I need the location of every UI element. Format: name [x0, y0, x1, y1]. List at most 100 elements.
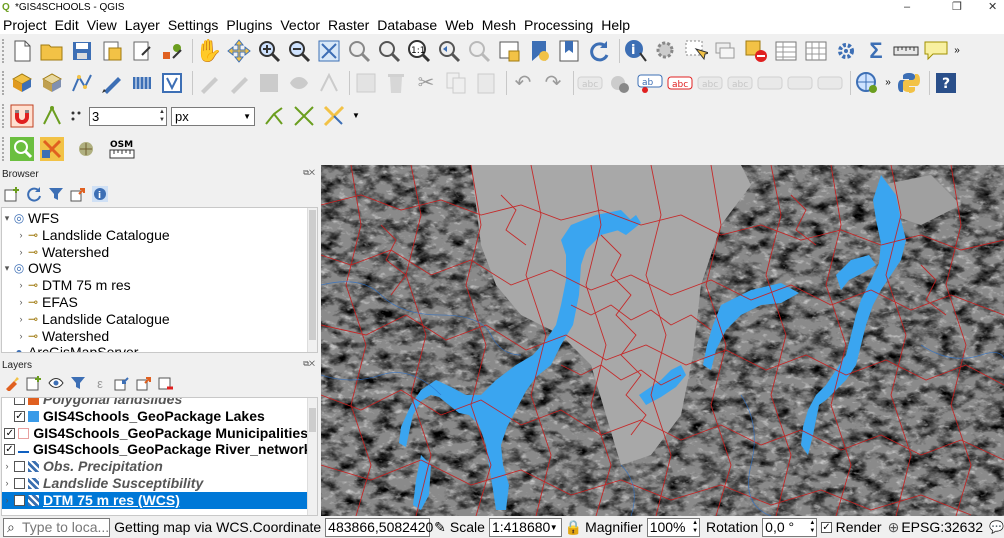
browser-item[interactable]: › ⊸ DTM 75 m res — [2, 277, 131, 294]
zoom-to-selection-icon[interactable] — [346, 38, 372, 64]
browser-scrollbar[interactable] — [307, 208, 317, 352]
manage-visibility-icon[interactable] — [46, 373, 66, 393]
expander-arrow-icon[interactable]: › — [2, 475, 12, 492]
expander-arrow-icon[interactable]: › — [16, 277, 26, 294]
toggle-editing-icon[interactable] — [226, 70, 252, 96]
map-canvas[interactable] — [321, 165, 1004, 516]
qms-services-icon[interactable] — [73, 136, 99, 162]
select-by-value-icon[interactable] — [713, 38, 739, 64]
layer-visibility-checkbox[interactable]: ✓ — [14, 410, 25, 422]
zoom-native-resolution-icon[interactable]: 1:1 — [406, 38, 432, 64]
layer-visibility-checkbox[interactable] — [14, 398, 25, 405]
layer-visibility-checkbox[interactable] — [14, 461, 25, 473]
layout-manager-icon[interactable] — [129, 38, 155, 64]
scrollbar-thumb[interactable] — [309, 408, 316, 432]
toolbar-overflow-icon[interactable]: » — [953, 38, 961, 64]
browser-filter-icon[interactable] — [46, 184, 66, 204]
statistical-summary-icon[interactable]: Σ — [863, 38, 889, 64]
menu-vector[interactable]: Vector — [277, 17, 323, 33]
browser-item[interactable]: ▾ ◎ OWS — [2, 260, 62, 277]
open-attribute-table-icon[interactable] — [773, 38, 799, 64]
layer-visibility-checkbox[interactable]: ✓ — [4, 444, 15, 456]
layer-item[interactable]: Polygonal landslides — [2, 398, 308, 408]
toolbar-grip[interactable] — [2, 137, 6, 161]
quickmapservices-search-icon[interactable] — [9, 136, 35, 162]
crs-label[interactable]: EPSG:32632 — [901, 519, 983, 535]
zoom-full-icon[interactable] — [316, 38, 342, 64]
topological-editing-icon[interactable] — [261, 103, 287, 129]
layer-item[interactable]: ✓ GIS4Schools_GeoPackage Lakes — [2, 408, 308, 425]
maximize-button[interactable]: ❐ — [952, 0, 962, 15]
close-window-button[interactable]: ✕ — [988, 0, 997, 15]
minimize-button[interactable]: – — [904, 0, 910, 15]
expander-arrow-icon[interactable]: › — [2, 492, 12, 509]
add-group-icon[interactable] — [24, 373, 44, 393]
new-bookmark-icon[interactable] — [526, 38, 552, 64]
rotation-field[interactable]: 0,0 ° ▲ ▼ — [762, 517, 818, 537]
cut-features-icon[interactable]: ✂ — [413, 70, 439, 96]
layer-item[interactable]: ✓ GIS4Schools_GeoPackage Municipalities — [2, 425, 308, 442]
render-checkbox[interactable]: ✓ — [821, 521, 832, 533]
toolbox-icon[interactable] — [833, 38, 859, 64]
help-contents-icon[interactable]: ? — [933, 70, 959, 96]
magnet-snapping-icon[interactable] — [9, 103, 35, 129]
vertex-tool-icon[interactable] — [316, 70, 342, 96]
menu-raster[interactable]: Raster — [325, 17, 372, 33]
remove-layer-icon[interactable] — [156, 373, 176, 393]
zoom-to-layer-icon[interactable] — [376, 38, 402, 64]
filter-by-expression-icon[interactable]: ε — [90, 373, 110, 393]
layer-visibility-checkbox[interactable]: ✓ — [14, 494, 25, 506]
locator-search-input[interactable]: ⌕ Type to loca... — [3, 517, 111, 537]
new-vector-layer-icon[interactable] — [69, 70, 95, 96]
redo-icon[interactable]: ↷ — [540, 70, 566, 96]
snapping-unit-select[interactable]: px ▼ — [171, 106, 255, 126]
menu-plugins[interactable]: Plugins — [223, 17, 275, 33]
coordinate-field[interactable]: 483866,5082420 — [325, 517, 433, 537]
snapping-intersection-icon[interactable] — [291, 103, 317, 129]
current-edits-icon[interactable] — [196, 70, 222, 96]
menu-database[interactable]: Database — [374, 17, 440, 33]
rotate-label-icon[interactable] — [757, 70, 783, 96]
label-tool-icon[interactable]: abc — [577, 70, 603, 96]
layer-visibility-checkbox[interactable]: ✓ — [4, 427, 16, 439]
browser-item[interactable]: › ⊸ Watershed — [2, 244, 110, 261]
expander-arrow-icon[interactable]: ▾ — [2, 260, 12, 277]
copy-features-icon[interactable] — [443, 70, 469, 96]
layer-item[interactable]: ✓ GIS4Schools_GeoPackage River_network — [2, 441, 312, 458]
toolbar-grip[interactable] — [2, 104, 6, 128]
spinbox-arrows-icon[interactable]: ▲ ▼ — [809, 519, 815, 535]
change-label-properties-icon[interactable] — [787, 70, 813, 96]
pin-label-icon[interactable]: abc — [697, 70, 723, 96]
zoom-in-icon[interactable] — [256, 38, 282, 64]
browser-item[interactable]: › ⊸ Watershed — [2, 328, 110, 345]
deselect-all-icon[interactable] — [743, 38, 769, 64]
browser-item[interactable]: › ⊸ Landslide Catalogue — [2, 227, 170, 244]
tracing-icon[interactable] — [321, 103, 347, 129]
field-calculator-icon[interactable] — [803, 38, 829, 64]
collapse-all-layers-icon[interactable] — [134, 373, 154, 393]
layer-item[interactable]: › ✓ DTM 75 m res (WCS) — [2, 491, 308, 509]
spinbox-arrows-icon[interactable]: ▲ ▼ — [692, 519, 698, 535]
modify-attributes-icon[interactable] — [353, 70, 379, 96]
expander-arrow-icon[interactable]: › — [2, 458, 12, 475]
layers-panel-controls-icon[interactable]: ⧉✕ — [303, 359, 315, 369]
show-bookmarks-icon[interactable] — [556, 38, 582, 64]
menu-help[interactable]: Help — [598, 17, 633, 33]
paste-features-icon[interactable] — [473, 70, 499, 96]
snapping-vertex-icon[interactable] — [39, 103, 65, 129]
toolbar-overflow-icon[interactable]: » — [884, 70, 892, 96]
undo-icon[interactable]: ↶ — [510, 70, 536, 96]
chevron-down-icon[interactable]: ▼ — [351, 103, 361, 129]
menu-processing[interactable]: Processing — [521, 17, 596, 33]
processing-plugin-icon[interactable] — [39, 136, 65, 162]
measure-line-icon[interactable] — [893, 38, 919, 64]
layer-visibility-checkbox[interactable] — [14, 478, 25, 489]
add-virtual-layer-icon[interactable] — [159, 70, 185, 96]
zoom-out-icon[interactable] — [286, 38, 312, 64]
menu-web[interactable]: Web — [442, 17, 477, 33]
expand-all-icon[interactable] — [112, 373, 132, 393]
expander-arrow-icon[interactable]: › — [16, 227, 26, 244]
change-label-icon[interactable] — [817, 70, 843, 96]
magnifier-field[interactable]: 100% ▲ ▼ — [646, 517, 701, 537]
scrollbar-thumb[interactable] — [309, 210, 316, 340]
